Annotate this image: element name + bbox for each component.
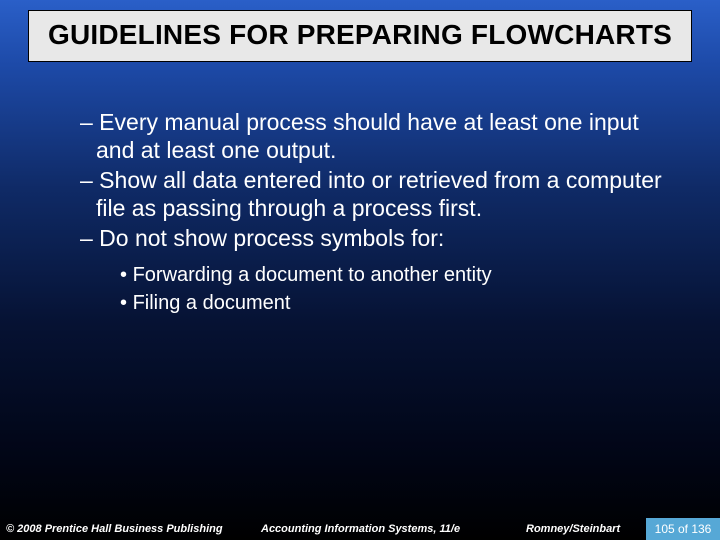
footer-copyright: © 2008 Prentice Hall Business Publishing: [0, 523, 261, 535]
footer-center: Accounting Information Systems, 11/e: [261, 523, 526, 535]
bullet-dash-1: – Every manual process should have at le…: [62, 108, 678, 164]
slide: GUIDELINES FOR PREPARING FLOWCHARTS – Ev…: [0, 0, 720, 540]
footer-authors: Romney/Steinbart: [526, 523, 646, 535]
footer-page-number: 105 of 136: [646, 518, 720, 540]
sub-bullet-1: Forwarding a document to another entity: [120, 262, 678, 288]
bullet-dash-2: – Show all data entered into or retrieve…: [62, 166, 678, 222]
sub-bullet-list: Forwarding a document to another entity …: [62, 262, 678, 316]
slide-body: – Every manual process should have at le…: [62, 108, 678, 318]
footer: © 2008 Prentice Hall Business Publishing…: [0, 518, 720, 540]
slide-title: GUIDELINES FOR PREPARING FLOWCHARTS: [39, 19, 681, 51]
bullet-dash-3: – Do not show process symbols for:: [62, 224, 678, 252]
sub-bullet-2: Filing a document: [120, 290, 678, 316]
title-box: GUIDELINES FOR PREPARING FLOWCHARTS: [28, 10, 692, 62]
